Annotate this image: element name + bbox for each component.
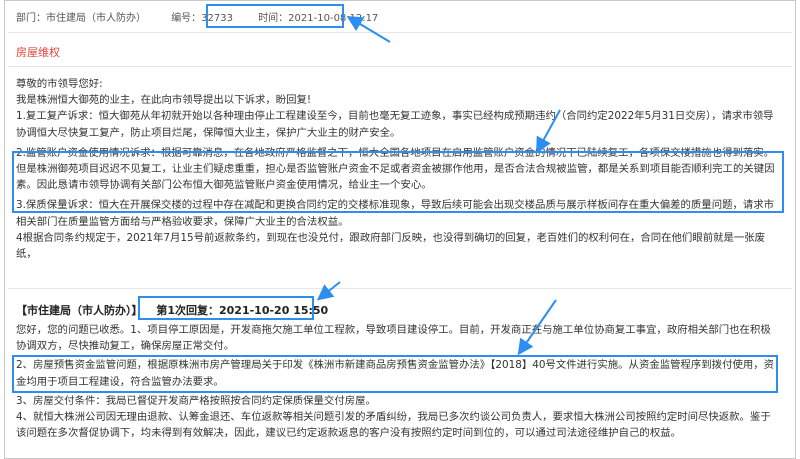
arrow-reply-time [316,281,341,301]
arrow-time [346,15,391,43]
arrow-reply-point-2 [517,299,557,356]
annotation-arrows [316,15,561,356]
arrow-point-2 [536,109,561,154]
